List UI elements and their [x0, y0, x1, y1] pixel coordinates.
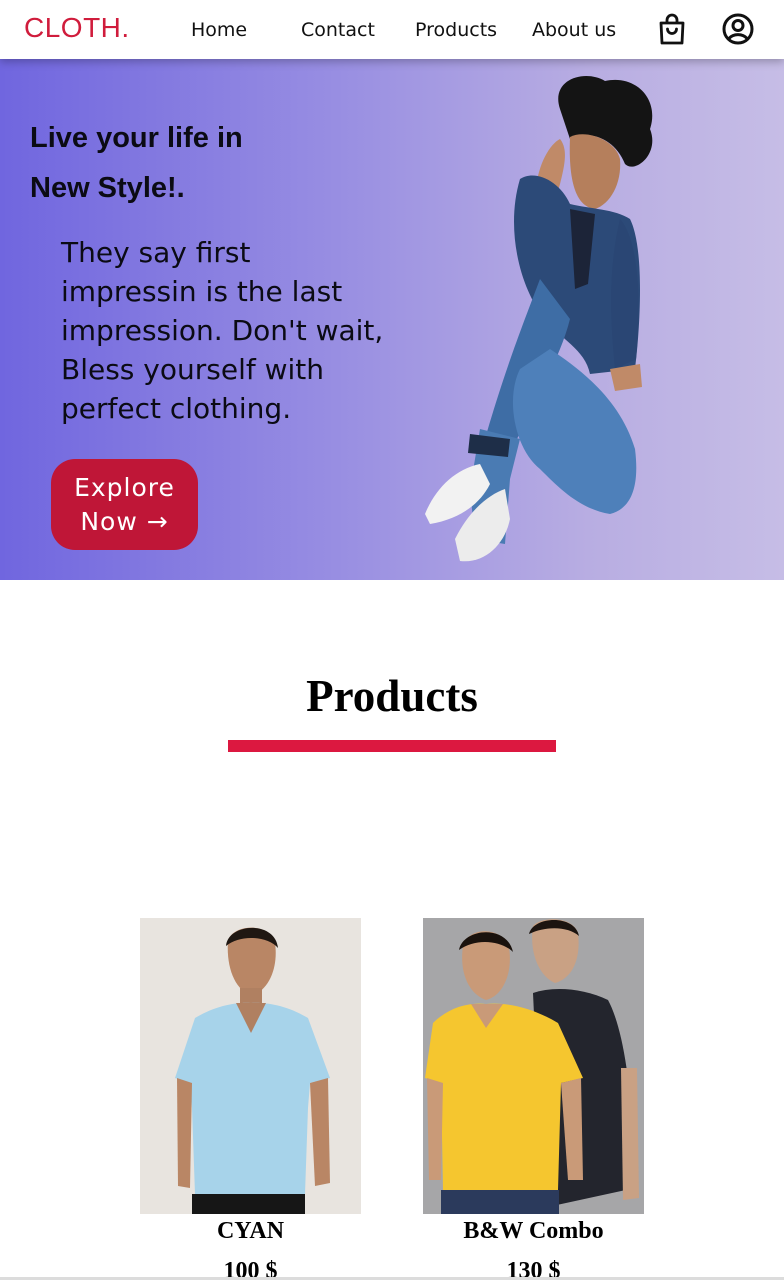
- hero-title: Live your life in New Style!.: [30, 113, 350, 213]
- heading-underline: [228, 740, 556, 752]
- nav-products[interactable]: Products: [415, 19, 497, 41]
- hero-banner: Live your life in New Style!. They say f…: [0, 59, 784, 580]
- explore-button-line2: Now →: [80, 506, 169, 536]
- shopping-bag-icon[interactable]: [655, 12, 689, 46]
- product-price: 100 $: [223, 1258, 278, 1284]
- product-card-cyan[interactable]: CYAN 100 $: [140, 918, 361, 1284]
- site-header: CLOTH. Home Contact Products About us: [0, 0, 784, 59]
- product-image-bw-combo[interactable]: [423, 918, 644, 1214]
- explore-now-button[interactable]: Explore Now →: [51, 459, 198, 550]
- product-image-cyan[interactable]: [140, 918, 361, 1214]
- product-price: 130 $: [506, 1258, 561, 1284]
- products-heading: Products: [306, 671, 478, 721]
- nav-home[interactable]: Home: [191, 19, 247, 41]
- user-circle-icon[interactable]: [721, 12, 755, 46]
- brand-logo[interactable]: CLOTH.: [24, 12, 130, 44]
- hero-description: They say first impressin is the last imp…: [61, 236, 384, 425]
- product-name: B&W Combo: [463, 1218, 604, 1244]
- explore-button-line1: Explore: [74, 472, 175, 502]
- nav-contact[interactable]: Contact: [301, 19, 375, 41]
- hero-model-image: [425, 76, 653, 562]
- product-card-bw-combo[interactable]: B&W Combo 130 $: [423, 918, 644, 1284]
- hero-title-line2: New Style!.: [30, 172, 185, 204]
- product-name: CYAN: [216, 1218, 285, 1244]
- nav-about-us[interactable]: About us: [532, 19, 616, 41]
- hero-title-line1: Live your life in: [30, 122, 243, 154]
